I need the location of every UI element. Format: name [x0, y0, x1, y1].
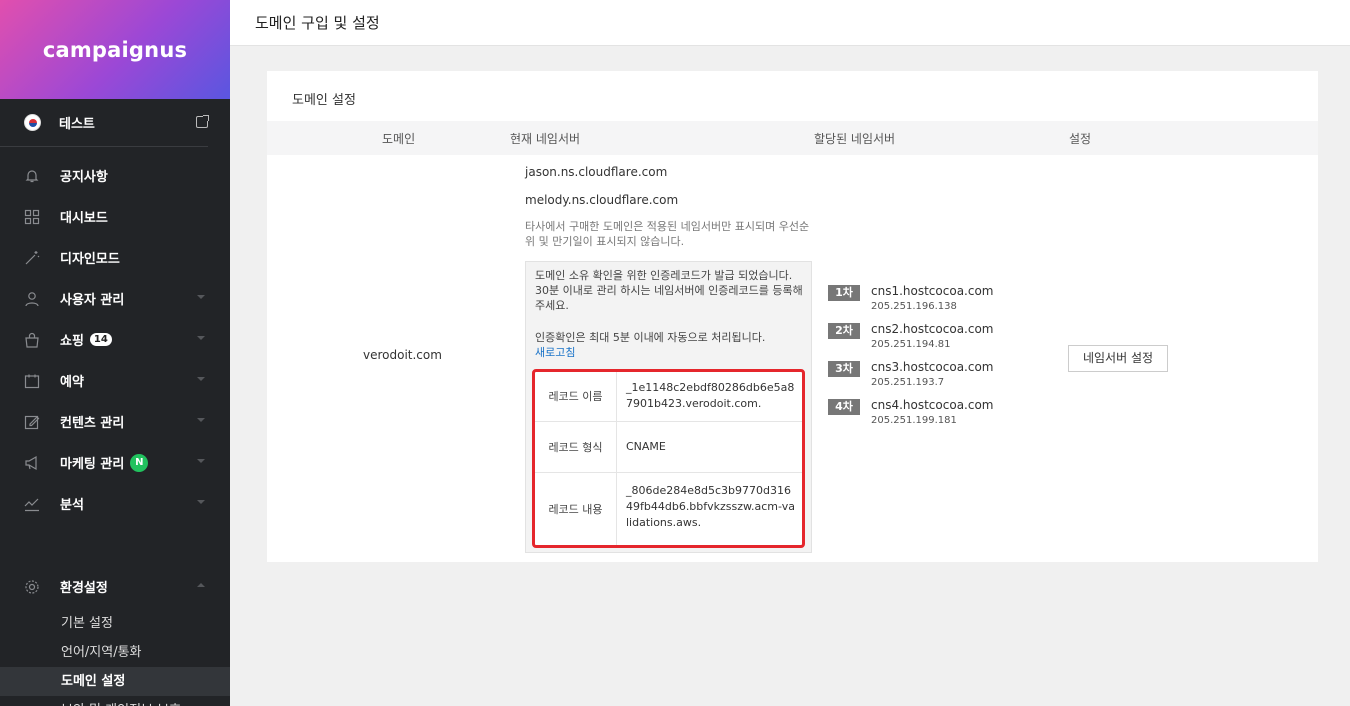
- verification-auto-note: 인증확인은 최대 5분 이내에 자동으로 처리됩니다. 새로고침: [535, 331, 766, 359]
- chevron-down-icon: [197, 295, 205, 299]
- sidebar-item-dashboard[interactable]: 대시보드: [0, 196, 230, 237]
- verification-box: 도메인 소유 확인을 위한 인증레코드가 발급 되었습니다. 30분 이내로 관…: [525, 261, 812, 553]
- calendar-icon: [24, 373, 40, 389]
- assigned-ns-host: cns2.hostcocoa.com: [871, 322, 994, 336]
- chevron-down-icon: [197, 459, 205, 463]
- record-value: _806de284e8d5c3b9770d31649fb44db6.bbfvkz…: [626, 484, 795, 529]
- brand-name: campaignus: [42, 37, 188, 62]
- refresh-link[interactable]: 새로고침: [535, 346, 575, 359]
- bell-icon: [24, 168, 40, 184]
- current-ns-2: melody.ns.cloudflare.com: [525, 193, 679, 207]
- record-key: 레코드 형식: [535, 422, 617, 472]
- sidebar-subitem-security-privacy[interactable]: 보안 및 개인정보 보호: [0, 696, 230, 706]
- brand-logo[interactable]: campaignus: [0, 0, 230, 99]
- domain-settings-panel: 도메인 설정 도메인 현재 네임서버 할당된 네임서버 설정 verodoit.…: [267, 71, 1318, 562]
- sidebar-item-settings[interactable]: 환경설정: [0, 566, 230, 607]
- table-header: 도메인 현재 네임서버 할당된 네임서버 설정: [267, 121, 1318, 155]
- assigned-ns-ip: 205.251.194.81: [871, 339, 951, 350]
- sidebar-menu: 공지사항 대시보드 디자인모드 사용자 관리 쇼핑 14 예약 컨텐츠 관리 마…: [0, 155, 230, 706]
- assigned-ns-host: cns1.hostcocoa.com: [871, 284, 994, 298]
- column-header-domain: 도메인: [382, 132, 416, 146]
- megaphone-icon: [24, 455, 40, 471]
- ns-note: 타사에서 구매한 도메인은 적용된 네임서버만 표시되며 우선순위 및 만기일이…: [525, 220, 810, 248]
- sidebar-subitem-basic-settings[interactable]: 기본 설정: [0, 609, 230, 638]
- sidebar-item-content-management[interactable]: 컨텐츠 관리: [0, 401, 230, 442]
- rank-badge: 3차: [828, 361, 860, 377]
- column-header-settings: 설정: [1069, 132, 1092, 146]
- sidebar: campaignus 테스트 공지사항 대시보드 디자인모드 사용자 관리 쇼핑…: [0, 0, 230, 706]
- page-header: 도메인 구입 및 설정: [230, 0, 1350, 46]
- record-value: _1e1148c2ebdf80286db6e5a87901b423.verodo…: [626, 381, 795, 410]
- table-row: 레코드 내용 _806de284e8d5c3b9770d31649fb44db6…: [535, 473, 802, 545]
- external-link-icon[interactable]: [196, 115, 209, 128]
- user-icon: [24, 291, 40, 307]
- grid-icon: [24, 209, 40, 225]
- chevron-down-icon: [197, 336, 205, 340]
- shopping-count-badge: 14: [89, 333, 112, 346]
- record-key: 레코드 내용: [535, 473, 617, 545]
- chevron-down-icon: [197, 500, 205, 504]
- shopping-bag-icon: [24, 332, 40, 348]
- sidebar-item-design-mode[interactable]: 디자인모드: [0, 237, 230, 278]
- korea-flag-icon: [24, 114, 41, 131]
- assigned-ns-host: cns4.hostcocoa.com: [871, 398, 994, 412]
- sidebar-item-shopping[interactable]: 쇼핑 14: [0, 319, 230, 360]
- chevron-down-icon: [197, 418, 205, 422]
- sidebar-item-marketing-management[interactable]: 마케팅 관리 N: [0, 442, 230, 483]
- table-row: 레코드 이름 _1e1148c2ebdf80286db6e5a87901b423…: [535, 372, 802, 422]
- chevron-down-icon: [197, 377, 205, 381]
- settings-submenu: 기본 설정 언어/지역/통화 도메인 설정 보안 및 개인정보 보호: [0, 609, 230, 706]
- chevron-up-icon: [197, 583, 205, 587]
- page-title: 도메인 구입 및 설정: [255, 14, 380, 32]
- assigned-ns-ip: 205.251.199.181: [871, 415, 957, 426]
- sidebar-subitem-domain-settings[interactable]: 도메인 설정: [0, 667, 230, 696]
- record-table: 레코드 이름 _1e1148c2ebdf80286db6e5a87901b423…: [532, 369, 805, 548]
- table-row: 레코드 형식 CNAME: [535, 422, 802, 473]
- panel-title: 도메인 설정: [292, 93, 356, 108]
- sidebar-item-analytics[interactable]: 분석: [0, 483, 230, 524]
- gear-icon: [24, 579, 40, 595]
- chart-icon: [24, 496, 40, 512]
- magic-wand-icon: [24, 250, 40, 266]
- verification-instructions: 도메인 소유 확인을 위한 인증레코드가 발급 되었습니다. 30분 이내로 관…: [535, 269, 803, 312]
- new-badge: N: [130, 453, 149, 472]
- site-selector[interactable]: 테스트: [0, 99, 209, 147]
- assigned-ns-ip: 205.251.193.7: [871, 377, 945, 388]
- record-value: CNAME: [626, 440, 666, 453]
- sidebar-item-reservation[interactable]: 예약: [0, 360, 230, 401]
- assigned-ns-ip: 205.251.196.138: [871, 301, 957, 312]
- rank-badge: 1차: [828, 285, 860, 301]
- site-name: 테스트: [59, 117, 95, 132]
- edit-icon: [24, 414, 40, 430]
- assigned-ns-host: cns3.hostcocoa.com: [871, 360, 994, 374]
- record-key: 레코드 이름: [535, 372, 617, 421]
- sidebar-item-notice[interactable]: 공지사항: [0, 155, 230, 196]
- rank-badge: 2차: [828, 323, 860, 339]
- current-ns-1: jason.ns.cloudflare.com: [525, 165, 668, 179]
- column-header-current-ns: 현재 네임서버: [510, 132, 581, 146]
- domain-name: verodoit.com: [363, 348, 442, 362]
- nameserver-settings-button[interactable]: 네임서버 설정: [1068, 345, 1168, 372]
- sidebar-subitem-language-region[interactable]: 언어/지역/통화: [0, 638, 230, 667]
- column-header-assigned-ns: 할당된 네임서버: [814, 132, 896, 146]
- sidebar-item-user-management[interactable]: 사용자 관리: [0, 278, 230, 319]
- rank-badge: 4차: [828, 399, 860, 415]
